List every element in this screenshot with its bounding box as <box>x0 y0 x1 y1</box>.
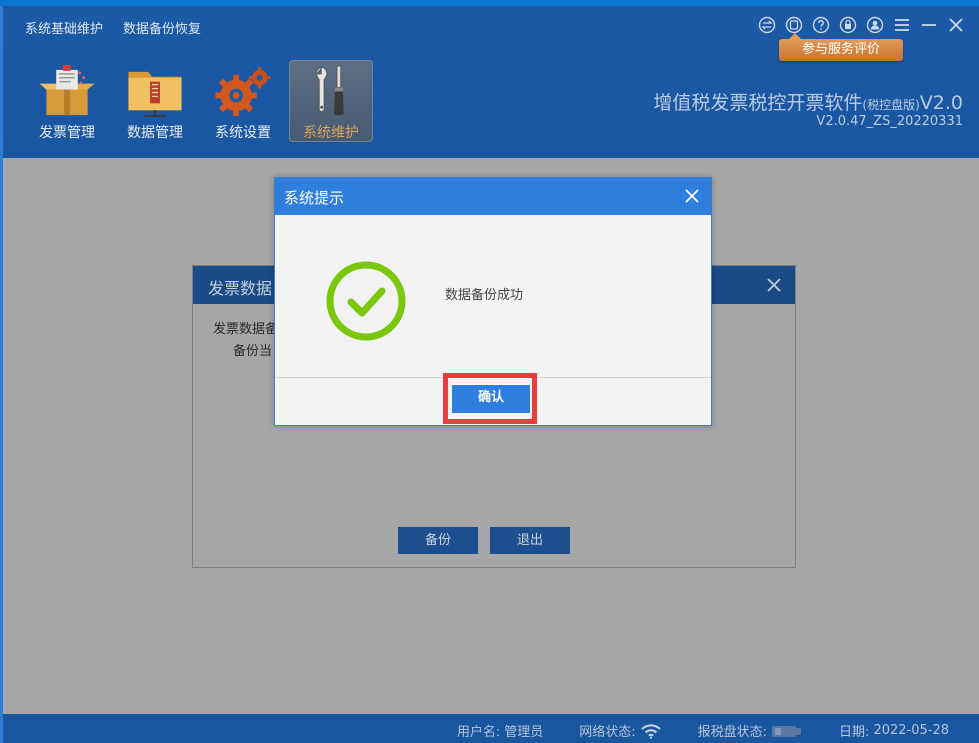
confirm-button[interactable]: 确认 <box>452 382 530 413</box>
toolbar-label: 数据管理 <box>127 125 183 141</box>
close-icon[interactable] <box>947 16 965 34</box>
close-icon[interactable] <box>765 276 783 294</box>
minimize-icon[interactable] <box>920 16 938 34</box>
help-icon[interactable] <box>812 16 830 34</box>
dialog-header: 系统提示 <box>275 178 711 215</box>
data-folder-icon <box>128 71 182 118</box>
status-disk-label: 报税盘状态: <box>697 725 768 740</box>
tax-disk-icon <box>772 725 802 737</box>
backup-dialog-title: 发票数据 <box>208 279 273 298</box>
app-build-version: V2.0.47_ZS_20220331 <box>816 114 963 129</box>
status-user-label: 用户名: <box>456 725 501 740</box>
main-toolbar: 发票管理 数据管理 系统设置 系统维护 <box>25 60 373 142</box>
window-controls <box>758 16 965 34</box>
toolbar-system-settings[interactable]: 系统设置 <box>201 60 285 142</box>
success-check-icon <box>326 261 406 341</box>
close-icon[interactable] <box>683 187 701 205</box>
menu-item-data-backup[interactable]: 数据备份恢复 <box>123 18 201 37</box>
app-window: 系统基础维护 数据备份恢复 参与服务评价 发票管理 数据管理 系统设置 系统维护… <box>0 0 979 743</box>
user-icon[interactable] <box>866 16 884 34</box>
toolbar-system-maintenance[interactable]: 系统维护 <box>289 60 373 142</box>
invoice-box-icon <box>39 64 95 116</box>
backup-dialog-text-line2: 备份当 <box>233 344 273 359</box>
exchange-icon[interactable] <box>758 16 776 34</box>
menu-item-system-maintenance[interactable]: 系统基础维护 <box>25 18 103 37</box>
toolbar-data-management[interactable]: 数据管理 <box>113 60 197 142</box>
app-title-version: V2.0 <box>919 92 963 114</box>
status-bar: 用户名: 管理员 网络状态: 报税盘状态: 日期: 2022-05-28 <box>3 714 979 743</box>
wifi-icon <box>640 723 661 739</box>
dialog-message: 数据备份成功 <box>445 288 524 303</box>
toolbar-invoice-management[interactable]: 发票管理 <box>25 60 109 142</box>
app-title: 增值税发票税控开票软件(税控盘版)V2.0 <box>653 88 963 115</box>
app-title-edition: (税控盘版) <box>862 98 920 112</box>
status-items: 用户名: 管理员 网络状态: 报税盘状态: 日期: 2022-05-28 <box>457 721 949 740</box>
top-menu: 系统基础维护 数据备份恢复 <box>25 18 201 37</box>
backup-dialog-text-line1: 发票数据备 <box>213 322 279 337</box>
header: 系统基础维护 数据备份恢复 参与服务评价 发票管理 数据管理 系统设置 系统维护… <box>3 6 979 158</box>
backup-button[interactable]: 备份 <box>398 527 478 554</box>
toolbar-label: 系统维护 <box>303 125 359 141</box>
wrench-screwdriver-icon <box>315 65 344 116</box>
menu-icon[interactable] <box>893 16 911 34</box>
dialog-title: 系统提示 <box>284 189 345 207</box>
gears-icon <box>215 66 271 117</box>
toolbar-label: 发票管理 <box>39 125 95 141</box>
status-network-label: 网络状态: <box>579 725 636 740</box>
exit-button[interactable]: 退出 <box>490 527 570 554</box>
status-user-value: 管理员 <box>504 725 544 740</box>
toolbar-label: 系统设置 <box>215 125 271 141</box>
lock-icon[interactable] <box>839 16 857 34</box>
status-date-label: 日期: <box>839 725 870 740</box>
app-title-main: 增值税发票税控开票软件 <box>653 92 863 114</box>
status-date-value: 2022-05-28 <box>873 723 949 738</box>
service-evaluation-button[interactable]: 参与服务评价 <box>779 33 903 61</box>
feedback-icon[interactable] <box>785 16 803 34</box>
